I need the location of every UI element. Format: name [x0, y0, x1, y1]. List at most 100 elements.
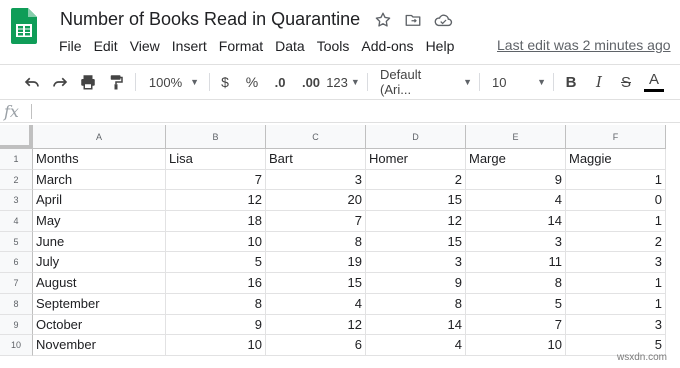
menu-file[interactable]: File	[53, 38, 88, 54]
undo-icon[interactable]	[20, 65, 44, 99]
table-cell[interactable]: 12	[266, 314, 366, 336]
table-cell[interactable]: 1	[566, 293, 666, 315]
font-size-select[interactable]: 10 ▼	[492, 65, 546, 99]
table-cell[interactable]: March	[33, 169, 166, 191]
table-cell[interactable]: 8	[466, 273, 566, 294]
print-icon[interactable]	[76, 65, 100, 99]
table-cell[interactable]: Bart	[266, 149, 366, 170]
google-sheets-logo-icon[interactable]	[11, 8, 37, 44]
row-header[interactable]: 5	[0, 231, 33, 253]
table-cell[interactable]: 14	[366, 314, 466, 336]
increase-decimal-button[interactable]: .00	[296, 65, 326, 99]
table-cell[interactable]: 1	[566, 273, 666, 294]
table-cell[interactable]: 15	[366, 190, 466, 212]
table-cell[interactable]: 12	[366, 211, 466, 232]
table-cell[interactable]: November	[33, 335, 166, 356]
table-cell[interactable]: 10	[166, 231, 266, 253]
row-header[interactable]: 9	[0, 314, 33, 336]
column-header-b[interactable]: B	[166, 125, 266, 149]
row-header[interactable]: 1	[0, 149, 33, 170]
table-cell[interactable]: 7	[266, 211, 366, 232]
table-cell[interactable]: 3	[366, 252, 466, 274]
star-icon[interactable]	[372, 9, 394, 31]
document-title[interactable]: Number of Books Read in Quarantine	[60, 9, 360, 30]
table-cell[interactable]: 10	[166, 335, 266, 356]
table-cell[interactable]: 9	[166, 314, 266, 336]
table-cell[interactable]: 8	[266, 231, 366, 253]
table-cell[interactable]: 2	[366, 169, 466, 191]
column-header-f[interactable]: F	[566, 125, 666, 149]
move-to-folder-icon[interactable]	[402, 9, 424, 31]
row-header[interactable]: 7	[0, 273, 33, 294]
text-color-button[interactable]: A	[642, 65, 666, 99]
table-cell[interactable]: September	[33, 293, 166, 315]
table-cell[interactable]: Maggie	[566, 149, 666, 170]
table-cell[interactable]: 3	[566, 252, 666, 274]
table-cell[interactable]: 15	[366, 231, 466, 253]
menu-format[interactable]: Format	[213, 38, 269, 54]
table-cell[interactable]: 16	[166, 273, 266, 294]
zoom-select[interactable]: 100% ▼	[147, 65, 201, 99]
table-cell[interactable]: 9	[366, 273, 466, 294]
font-family-select[interactable]: Default (Ari... ▼	[380, 65, 472, 99]
table-cell[interactable]: April	[33, 190, 166, 212]
table-cell[interactable]: 19	[266, 252, 366, 274]
table-cell[interactable]: Homer	[366, 149, 466, 170]
menu-data[interactable]: Data	[269, 38, 311, 54]
table-cell[interactable]: 4	[466, 190, 566, 212]
table-cell[interactable]: 7	[466, 314, 566, 336]
menu-edit[interactable]: Edit	[88, 38, 124, 54]
table-cell[interactable]: 7	[166, 169, 266, 191]
row-header[interactable]: 4	[0, 211, 33, 232]
more-formats-button[interactable]: 123 ▼	[326, 65, 360, 99]
table-cell[interactable]: 8	[166, 293, 266, 315]
column-header-a[interactable]: A	[33, 125, 166, 149]
paint-format-icon[interactable]	[104, 65, 128, 99]
select-all-corner[interactable]	[0, 125, 33, 149]
table-cell[interactable]: 3	[266, 169, 366, 191]
table-cell[interactable]: 3	[566, 314, 666, 336]
column-header-c[interactable]: C	[266, 125, 366, 149]
table-cell[interactable]: Months	[33, 149, 166, 170]
table-cell[interactable]: 8	[366, 293, 466, 315]
currency-format-button[interactable]: $	[217, 65, 233, 99]
table-cell[interactable]: 5	[466, 293, 566, 315]
table-cell[interactable]: August	[33, 273, 166, 294]
column-header-e[interactable]: E	[466, 125, 566, 149]
table-cell[interactable]: October	[33, 314, 166, 336]
bold-button[interactable]: B	[559, 65, 583, 99]
table-cell[interactable]: 4	[266, 293, 366, 315]
menu-add-ons[interactable]: Add-ons	[355, 38, 419, 54]
decrease-decimal-button[interactable]: .0	[268, 65, 292, 99]
table-cell[interactable]: 2	[566, 231, 666, 253]
table-cell[interactable]: 4	[366, 335, 466, 356]
table-cell[interactable]: 0	[566, 190, 666, 212]
table-cell[interactable]: July	[33, 252, 166, 274]
table-cell[interactable]: 20	[266, 190, 366, 212]
table-cell[interactable]: 12	[166, 190, 266, 212]
table-cell[interactable]: 5	[166, 252, 266, 274]
last-edit-link[interactable]: Last edit was 2 minutes ago	[497, 37, 671, 53]
menu-insert[interactable]: Insert	[166, 38, 213, 54]
italic-button[interactable]: I	[587, 65, 611, 99]
table-cell[interactable]: 15	[266, 273, 366, 294]
table-cell[interactable]: 14	[466, 211, 566, 232]
strikethrough-button[interactable]: S	[614, 65, 638, 99]
table-cell[interactable]: 1	[566, 169, 666, 191]
formula-input[interactable]	[36, 101, 676, 122]
row-header[interactable]: 6	[0, 252, 33, 274]
table-cell[interactable]: 3	[466, 231, 566, 253]
percent-format-button[interactable]: %	[244, 65, 260, 99]
table-cell[interactable]: 6	[266, 335, 366, 356]
cloud-status-icon[interactable]	[432, 9, 454, 31]
row-header[interactable]: 3	[0, 190, 33, 212]
row-header[interactable]: 2	[0, 169, 33, 191]
table-cell[interactable]: 11	[466, 252, 566, 274]
table-cell[interactable]: Lisa	[166, 149, 266, 170]
redo-icon[interactable]	[48, 65, 72, 99]
menu-help[interactable]: Help	[420, 38, 461, 54]
menu-tools[interactable]: Tools	[311, 38, 356, 54]
row-header[interactable]: 8	[0, 293, 33, 315]
table-cell[interactable]: Marge	[466, 149, 566, 170]
menu-view[interactable]: View	[124, 38, 166, 54]
